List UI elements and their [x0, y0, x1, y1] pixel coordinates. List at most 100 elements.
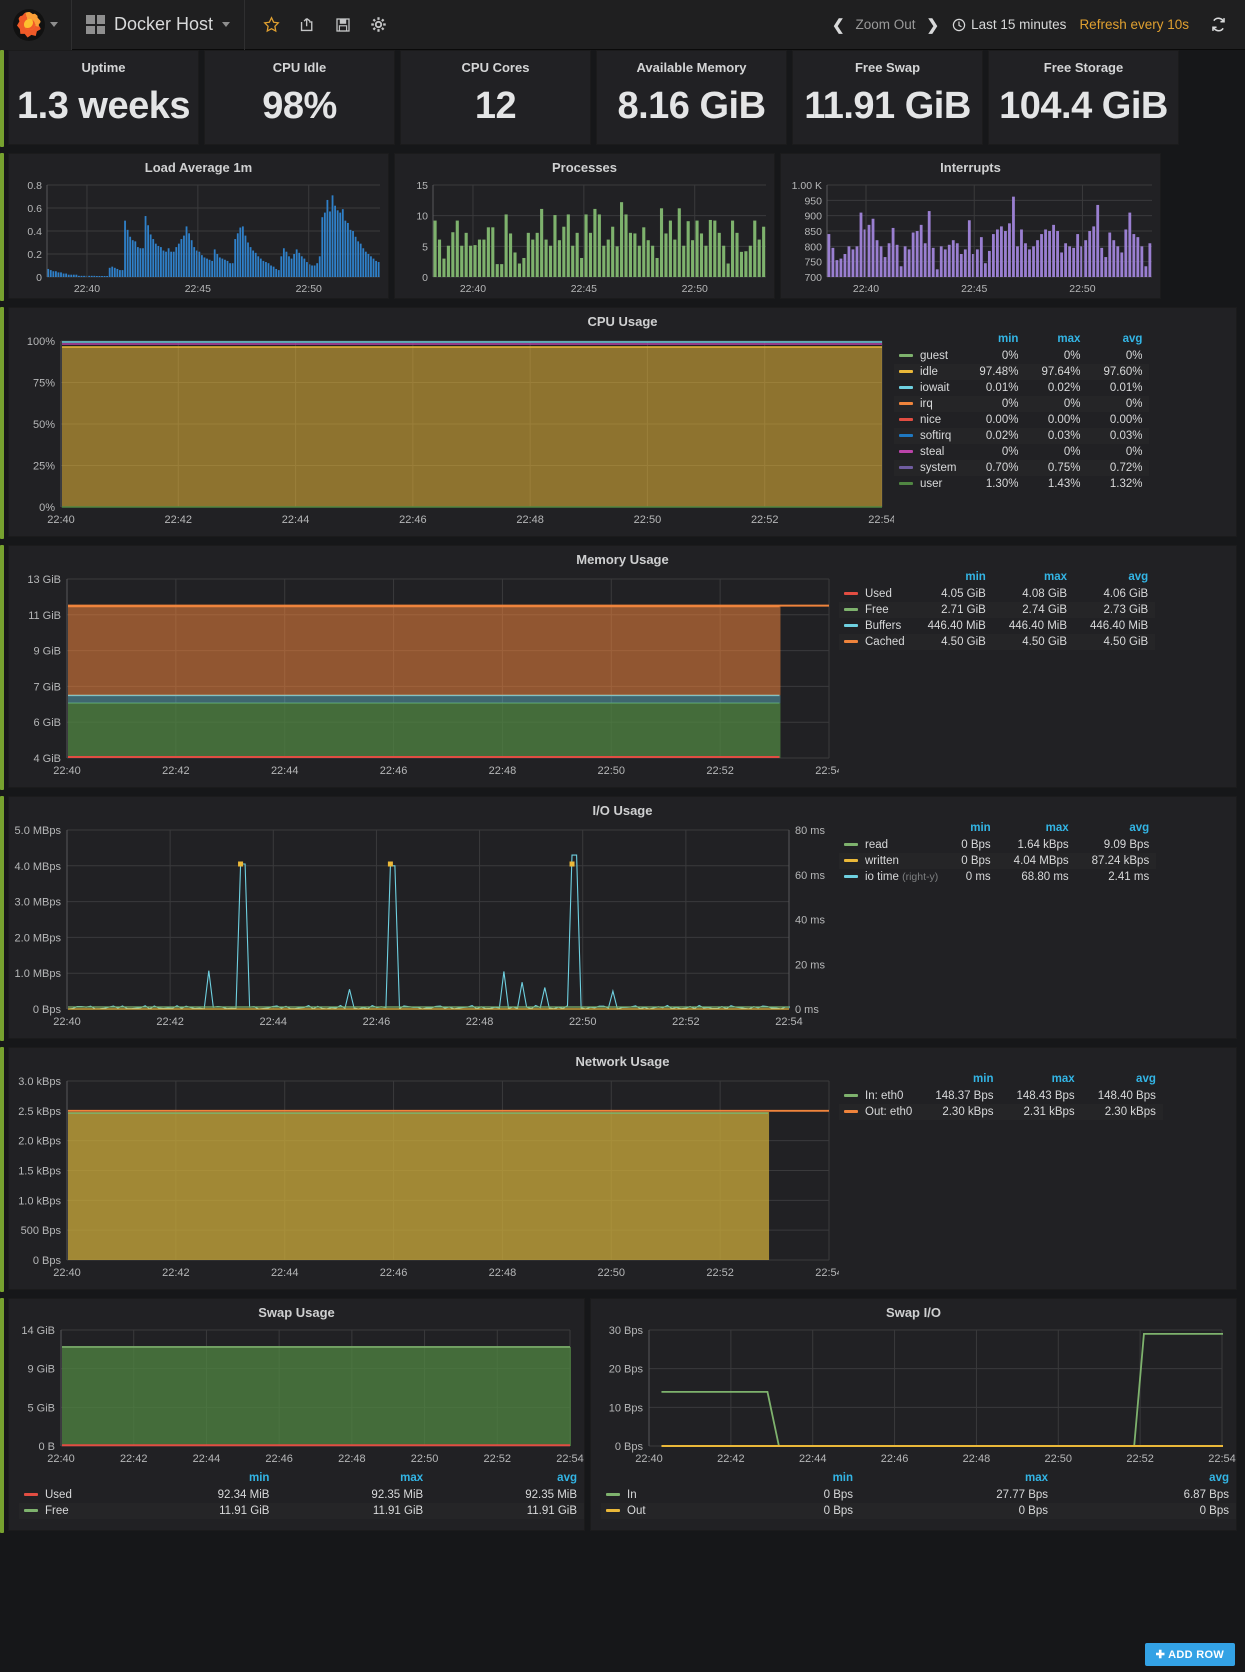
legend-color-swatch[interactable] — [899, 418, 913, 422]
panel-interrupts[interactable]: Interrupts 700 750 800 850 900 950 1.00 K 22:40… — [780, 153, 1161, 299]
legend-series-name[interactable]: Used — [19, 1487, 123, 1503]
legend-header-max[interactable]: max — [1001, 1071, 1082, 1088]
legend-row[interactable]: In 0 Bps 27.77 Bps 6.87 Bps — [601, 1487, 1236, 1503]
legend-series-name[interactable]: io time (right-y) — [839, 869, 945, 885]
legend-header-min[interactable]: min — [912, 569, 993, 586]
legend-series-name[interactable]: Used — [839, 586, 912, 602]
settings-gear-icon[interactable] — [370, 16, 387, 33]
row-handle[interactable] — [0, 307, 4, 539]
legend-header-min[interactable]: min — [919, 1071, 1000, 1088]
legend-row[interactable]: user 1.30% 1.43% 1.32% — [894, 476, 1149, 492]
legend-color-swatch[interactable] — [899, 434, 913, 438]
panel-swap-io[interactable]: Swap I/O 0 Bps 10 Bps 20 Bps 30 Bps 22:40 22:… — [590, 1298, 1237, 1531]
share-icon[interactable] — [299, 16, 316, 33]
legend-color-swatch[interactable] — [899, 450, 913, 454]
legend-series-name[interactable]: Buffers — [839, 618, 912, 634]
legend-color-swatch[interactable] — [899, 354, 913, 358]
legend-header-avg[interactable]: avg — [1074, 569, 1155, 586]
legend-header-avg[interactable]: avg — [1055, 1470, 1236, 1487]
legend-color-swatch[interactable] — [899, 370, 913, 374]
legend-color-swatch[interactable] — [24, 1493, 38, 1497]
legend-row[interactable]: written 0 Bps 4.04 MBps 87.24 kBps — [839, 853, 1157, 869]
legend-header-max[interactable]: max — [998, 820, 1076, 837]
legend-color-swatch[interactable] — [844, 843, 858, 847]
row-handle[interactable] — [0, 1298, 4, 1533]
panel-processes[interactable]: Processes 0 5 10 15 22:40 22:45 22:50 — [394, 153, 775, 299]
legend-row[interactable]: system 0.70% 0.75% 0.72% — [894, 460, 1150, 476]
legend-row[interactable]: io time (right-y) 0 ms 68.80 ms 2.41 ms — [839, 869, 1156, 885]
legend-series-name[interactable]: read — [839, 837, 945, 853]
legend-row[interactable]: In: eth0 148.37 Bps 148.43 Bps 148.40 Bps — [839, 1088, 1163, 1104]
time-range-picker[interactable]: Last 15 minutes — [952, 17, 1066, 32]
legend-row[interactable]: Buffers 446.40 MiB 446.40 MiB 446.40 MiB — [839, 618, 1155, 634]
legend-header-avg[interactable]: avg — [1087, 331, 1149, 348]
row-handle[interactable] — [0, 153, 4, 301]
panel-free-storage[interactable]: Free Storage 104.4 GiB — [988, 50, 1179, 145]
save-icon[interactable] — [335, 17, 351, 33]
legend-series-name[interactable]: iowait — [894, 380, 963, 396]
legend-series-name[interactable]: Free — [839, 602, 912, 618]
legend-row[interactable]: Used 4.05 GiB 4.08 GiB 4.06 GiB — [839, 586, 1155, 602]
legend-row[interactable]: idle 97.48% 97.64% 97.60% — [894, 364, 1150, 380]
legend-series-name[interactable]: user — [894, 476, 963, 492]
legend-header-min[interactable]: min — [123, 1470, 277, 1487]
legend-color-swatch[interactable] — [844, 1094, 858, 1098]
panel-cpu-idle[interactable]: CPU Idle 98% — [204, 50, 395, 145]
legend-row[interactable]: Out: eth0 2.30 kBps 2.31 kBps 2.30 kBps — [839, 1104, 1163, 1120]
legend-row[interactable]: Free 2.71 GiB 2.74 GiB 2.73 GiB — [839, 602, 1156, 618]
legend-header-avg[interactable]: avg — [430, 1470, 584, 1487]
legend-row[interactable]: steal 0% 0% 0% — [894, 444, 1149, 460]
legend-series-name[interactable]: Out — [601, 1503, 714, 1519]
legend-row[interactable]: read 0 Bps 1.64 kBps 9.09 Bps — [839, 837, 1156, 853]
legend-row[interactable]: Cached 4.50 GiB 4.50 GiB 4.50 GiB — [839, 634, 1156, 650]
legend-series-name[interactable]: steal — [894, 444, 963, 460]
legend-color-swatch[interactable] — [899, 386, 913, 390]
time-shift-forward-icon[interactable]: ❯ — [927, 16, 940, 34]
legend-color-swatch[interactable] — [844, 640, 858, 644]
legend-header-max[interactable]: max — [276, 1470, 430, 1487]
legend-row[interactable]: nice 0.00% 0.00% 0.00% — [894, 412, 1149, 428]
legend-series-name[interactable]: written — [839, 853, 945, 869]
zoom-out-label[interactable]: Zoom Out — [856, 17, 916, 32]
star-icon[interactable] — [263, 16, 280, 33]
legend-series-name[interactable]: irq — [894, 396, 963, 412]
panel-memory-usage[interactable]: Memory Usage 4 GiB 6 GiB 7 GiB 9 GiB 11 GiB 1… — [8, 545, 1237, 788]
legend-row[interactable]: guest 0% 0% 0% — [894, 348, 1149, 364]
legend-series-name[interactable]: Cached — [839, 634, 912, 650]
add-row-button[interactable]: ✚ ADD ROW — [1144, 1643, 1235, 1666]
legend-row[interactable]: Out 0 Bps 0 Bps 0 Bps — [601, 1503, 1236, 1519]
legend-color-swatch[interactable] — [844, 608, 858, 612]
legend-color-swatch[interactable] — [606, 1509, 620, 1513]
legend-series-name[interactable]: Out: eth0 — [839, 1104, 919, 1120]
legend-row[interactable]: softirq 0.02% 0.03% 0.03% — [894, 428, 1150, 444]
row-handle[interactable] — [0, 1047, 4, 1292]
legend-header-min[interactable]: min — [714, 1470, 860, 1487]
panel-free-swap[interactable]: Free Swap 11.91 GiB — [792, 50, 983, 145]
legend-header-avg[interactable]: avg — [1076, 820, 1157, 837]
row-handle[interactable] — [0, 50, 4, 147]
legend-row[interactable]: Used 92.34 MiB 92.35 MiB 92.35 MiB — [19, 1487, 584, 1503]
panel-swap-usage[interactable]: Swap Usage 0 B 5 GiB 9 GiB 14 GiB 22:40 22:42… — [8, 1298, 585, 1531]
legend-header-max[interactable]: max — [993, 569, 1074, 586]
panel-cpu-cores[interactable]: CPU Cores 12 — [400, 50, 591, 145]
legend-color-swatch[interactable] — [844, 592, 858, 596]
panel-available-memory[interactable]: Available Memory 8.16 GiB — [596, 50, 787, 145]
panel-load-average-1m[interactable]: Load Average 1m 0 0.2 0.4 0.6 0.8 22:40 22:45 2… — [8, 153, 389, 299]
legend-header-min[interactable]: min — [945, 820, 997, 837]
legend-color-swatch[interactable] — [844, 1110, 858, 1114]
legend-color-swatch[interactable] — [24, 1509, 38, 1513]
legend-color-swatch[interactable] — [606, 1493, 620, 1497]
legend-color-swatch[interactable] — [844, 875, 858, 879]
legend-header-avg[interactable]: avg — [1082, 1071, 1163, 1088]
refresh-interval-label[interactable]: Refresh every 10s — [1079, 17, 1189, 32]
legend-series-name[interactable]: softirq — [894, 428, 963, 444]
legend-series-name[interactable]: Free — [19, 1503, 123, 1519]
legend-series-name[interactable]: system — [894, 460, 963, 476]
dashboard-picker[interactable]: Docker Host — [72, 0, 246, 50]
panel-network-usage[interactable]: Network Usage 0 Bps 500 Bps 1.0 kBps 1.5 kB… — [8, 1047, 1237, 1290]
zoom-out-control[interactable]: ❮ Zoom Out ❯ — [832, 16, 939, 34]
legend-series-name[interactable]: idle — [894, 364, 963, 380]
legend-color-swatch[interactable] — [844, 859, 858, 863]
panel-uptime[interactable]: Uptime 1.3 weeks — [8, 50, 199, 145]
legend-row[interactable]: Free 11.91 GiB 11.91 GiB 11.91 GiB — [19, 1503, 584, 1519]
